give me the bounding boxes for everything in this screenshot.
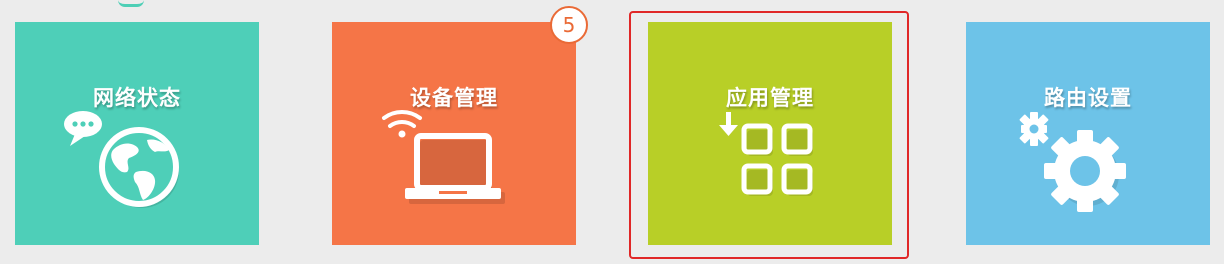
- laptop-wifi-icon: [382, 110, 505, 204]
- globe-with-chat-icon: [64, 111, 179, 208]
- gears-icon: [1019, 112, 1126, 212]
- device-count-badge: 5: [550, 6, 588, 44]
- tile-router-settings[interactable]: 路由设置: [966, 22, 1210, 245]
- tile-app-management[interactable]: 应用管理: [648, 22, 892, 245]
- tile-device-management[interactable]: 设备管理: [332, 22, 576, 245]
- app-grid-download-icon: [719, 112, 813, 196]
- tile-network-status[interactable]: 网络状态: [15, 22, 259, 245]
- top-scroll-hint: [118, 0, 144, 7]
- router-dashboard: 网络状态 设备管理 应用管理 路由设置 5: [0, 0, 1224, 264]
